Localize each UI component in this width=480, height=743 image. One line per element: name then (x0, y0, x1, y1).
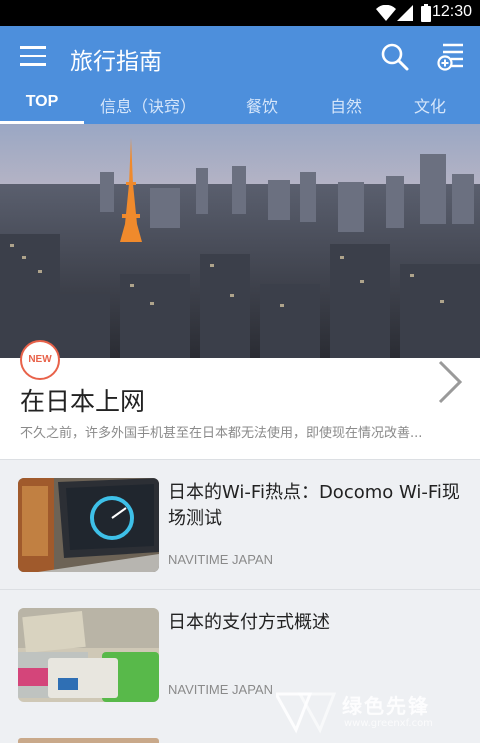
tokyo-skyline-image (0, 124, 480, 358)
featured-title: 在日本上网 (20, 387, 146, 416)
article-thumbnail-wifi (18, 478, 159, 572)
watermark: 绿色先锋 www.greenxf.com (272, 688, 472, 740)
watermark-url: www.greenxf.com (344, 718, 433, 729)
new-badge: NEW (20, 340, 60, 380)
featured-article[interactable]: NEW 在日本上网 不久之前，许多外国手机甚至在日本都无法使用，即使现在情况改善… (0, 124, 480, 459)
battery-icon (421, 4, 431, 22)
add-list-icon[interactable] (437, 42, 465, 72)
article-source: NAVITIME JAPAN (168, 682, 273, 697)
next-article-thumbnail-edge (18, 738, 159, 743)
article-thumbnail-payment (18, 608, 159, 702)
tab-food[interactable]: 餐饮 (232, 93, 292, 117)
article-source: NAVITIME JAPAN (168, 552, 273, 567)
watermark-text: 绿色先锋 (342, 694, 430, 718)
article-title: 日本的支付方式概述 (168, 612, 330, 633)
signal-icon (397, 5, 413, 21)
watermark-logo-icon (276, 692, 336, 734)
article-title: 日本的Wi-Fi热点：Docomo Wi-Fi现场测试 (168, 482, 460, 529)
search-icon[interactable] (380, 42, 410, 72)
tab-culture[interactable]: 文化 (400, 93, 460, 117)
tab-top[interactable]: TOP (0, 93, 84, 111)
app-title: 旅行指南 (70, 49, 162, 75)
menu-icon[interactable] (20, 46, 46, 68)
featured-description: 不久之前，许多外国手机甚至在日本都无法使用，即使现在情况改善... (20, 426, 423, 441)
status-time: 12:30 (431, 3, 472, 20)
chevron-right-icon[interactable] (436, 360, 464, 404)
article-item[interactable]: 日本的Wi-Fi热点：Docomo Wi-Fi现场测试 NAVITIME JAP… (0, 459, 480, 585)
app-bar: 旅行指南 TOP 信息（诀窍） 餐饮 自然 文化 (0, 26, 480, 124)
wifi-icon (376, 5, 396, 21)
tab-nature[interactable]: 自然 (316, 93, 376, 117)
status-bar: 12:30 (0, 0, 480, 26)
category-tabs: TOP 信息（诀窍） 餐饮 自然 文化 (0, 90, 480, 124)
tab-info[interactable]: 信息（诀窍） (96, 93, 200, 117)
